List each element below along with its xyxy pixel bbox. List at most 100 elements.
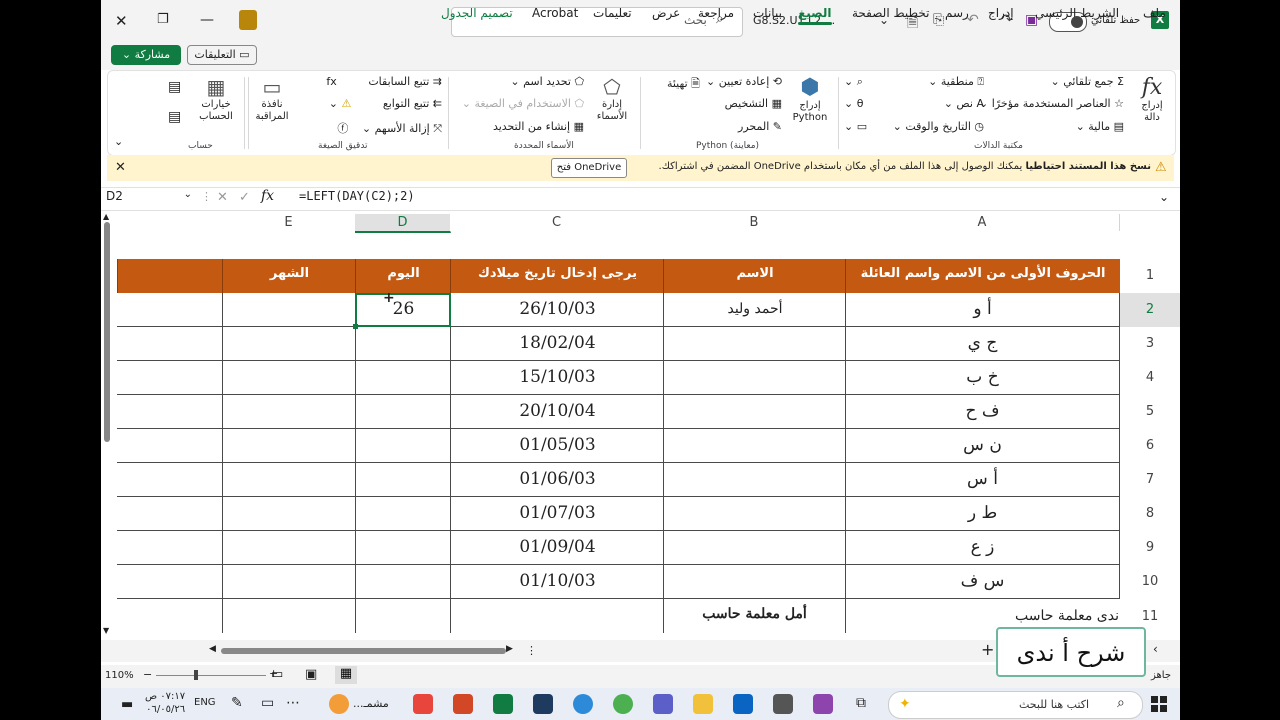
name-manager-button[interactable]: ⬠ إدارة الأسماء <box>590 75 634 123</box>
table-cell-e9[interactable] <box>222 531 356 565</box>
tab-data[interactable]: بيانات <box>753 6 782 20</box>
init-button[interactable]: 🗎 تهيئة <box>648 75 700 94</box>
table-header-month[interactable]: الشهر <box>222 259 356 293</box>
task-view-icon[interactable]: ⧉ <box>856 695 866 711</box>
taskbar-search[interactable]: ✦ اكتب هنا للبحث ⌕ <box>888 691 1143 719</box>
math-button[interactable]: ⌄ θ <box>844 97 863 110</box>
expand-formula-icon[interactable]: ⌄ <box>1159 190 1169 204</box>
format-icon[interactable]: ⎘ <box>933 12 944 28</box>
check-icon[interactable]: ✓ <box>239 190 250 205</box>
app-icon[interactable] <box>533 694 553 714</box>
row-header[interactable]: 9 <box>1120 540 1180 555</box>
row-header[interactable]: 5 <box>1120 404 1180 419</box>
table-cell-a8[interactable]: ط ر <box>845 497 1120 531</box>
insert-function-button[interactable]: fx إدراج دالة <box>1134 75 1170 124</box>
table-cell-a10[interactable]: س ف <box>845 565 1120 599</box>
autosum-button[interactable]: Σ جمع تلقائي ⌄ <box>1028 75 1124 88</box>
table-cell-d8[interactable] <box>355 497 451 531</box>
reset-button[interactable]: ⟲ إعادة تعيين ⌄ <box>702 75 782 88</box>
table-cell-b3[interactable] <box>663 327 846 361</box>
table-cell-extra[interactable] <box>117 565 223 599</box>
table-cell-e8[interactable] <box>222 497 356 531</box>
watch-window-button[interactable]: ▭ نافذة المراقبة <box>254 75 290 123</box>
copilot-icon[interactable] <box>813 694 833 714</box>
clock[interactable]: ٠٧:١٧ ص ٠٦/٠٥/٢٦ <box>145 690 185 716</box>
table-cell-extra[interactable] <box>117 327 223 361</box>
trace-precedents-button[interactable]: ⇉ تتبع السابقات fx <box>318 75 442 88</box>
editor-button[interactable]: ✎ المحرر <box>702 120 782 133</box>
column-header-b[interactable]: B <box>663 214 846 231</box>
ribbon-expand-icon[interactable]: ⌄ <box>114 135 123 148</box>
mail-icon[interactable] <box>733 694 753 714</box>
tab-acrobat[interactable]: Acrobat <box>532 6 578 20</box>
weather-icon[interactable] <box>329 694 349 714</box>
table-cell-extra[interactable] <box>117 497 223 531</box>
table-cell-extra[interactable] <box>117 395 223 429</box>
table-cell-b9[interactable] <box>663 531 846 565</box>
calc-options-button[interactable]: ▦ خيارات الحساب <box>194 75 238 123</box>
tab-page-layout[interactable]: تخطيط الصفحة <box>852 6 929 20</box>
restore-icon[interactable]: ❐ <box>157 12 169 27</box>
sheet-nav-icon[interactable]: ‹ <box>1153 642 1158 656</box>
more-sheets-icon[interactable]: ⋮ <box>526 644 537 657</box>
share-button[interactable]: ⌄ مشاركة <box>111 45 181 65</box>
recent-button[interactable]: ☆ العناصر المستخدمة مؤخرًا ⌄ <box>978 97 1124 110</box>
table-header-name[interactable]: الاسم <box>663 259 846 293</box>
teams-icon[interactable] <box>653 694 673 714</box>
table-cell-extra[interactable] <box>117 531 223 565</box>
table-cell-b5[interactable] <box>663 395 846 429</box>
table-cell-d6[interactable] <box>355 429 451 463</box>
scroll-up-icon[interactable]: ▲ <box>103 212 109 221</box>
row-header[interactable]: 3 <box>1120 336 1180 351</box>
tab-draw[interactable]: رسم <box>945 6 969 20</box>
table-cell-d2[interactable]: 26 <box>355 293 451 327</box>
taskbar-app-icon[interactable] <box>413 694 433 714</box>
table-cell-c7[interactable]: 01/06/03 <box>450 463 664 497</box>
tab-view[interactable]: عرض <box>652 6 680 20</box>
column-header-c[interactable]: C <box>450 214 664 231</box>
tab-formulas[interactable]: الصيغ <box>798 6 832 25</box>
table-header-day[interactable]: اليوم <box>355 259 451 293</box>
table-cell-e10[interactable] <box>222 565 356 599</box>
table-cell-e6[interactable] <box>222 429 356 463</box>
page-view-icon[interactable]: ▣ <box>305 667 317 682</box>
tab-insert[interactable]: إدراج <box>988 6 1014 20</box>
table-cell-c4[interactable]: 15/10/03 <box>450 361 664 395</box>
table-cell-c2[interactable]: 26/10/03 <box>450 293 664 327</box>
trace-dependents-button[interactable]: ⇇ تتبع التوابع ⚠ ⌄ <box>318 97 442 110</box>
table-cell-d9[interactable] <box>355 531 451 565</box>
table-cell-c5[interactable]: 20/10/04 <box>450 395 664 429</box>
notification-icon[interactable]: ▬ <box>121 697 133 712</box>
table-cell-b8[interactable] <box>663 497 846 531</box>
comments-button[interactable]: التعليقات ▭ <box>187 45 257 65</box>
excel-icon[interactable] <box>493 694 513 714</box>
table-cell-e4[interactable] <box>222 361 356 395</box>
calculate-sheet-icon[interactable]: ▤ <box>168 109 181 125</box>
add-sheet-icon[interactable]: + <box>981 640 994 659</box>
cell-e11[interactable] <box>222 599 356 633</box>
diagnostics-button[interactable]: ▦ التشخيص <box>702 97 782 110</box>
formula-input[interactable]: =LEFT(DAY(C2);2) <box>299 189 415 203</box>
close-notification-icon[interactable]: ✕ <box>115 160 126 175</box>
table-cell-extra[interactable] <box>117 463 223 497</box>
table-cell-a6[interactable]: ن س <box>845 429 1120 463</box>
create-from-selection-button[interactable]: ▦ إنشاء من التحديد <box>464 120 584 133</box>
file-explorer-icon[interactable] <box>693 694 713 714</box>
row-header[interactable]: 7 <box>1120 472 1180 487</box>
table-cell-e7[interactable] <box>222 463 356 497</box>
name-box[interactable]: D2 ⌄ <box>106 189 196 207</box>
table-cell-a2[interactable]: أ و <box>845 293 1120 327</box>
cell-c11[interactable] <box>450 599 664 633</box>
cell-a11[interactable]: ندى معلمة حاسب <box>931 608 1119 624</box>
logical-button[interactable]: ⍰ منطقية ⌄ <box>904 75 984 89</box>
vertical-scrollbar[interactable] <box>104 222 110 442</box>
table-cell-d7[interactable] <box>355 463 451 497</box>
row-header[interactable]: 8 <box>1120 506 1180 521</box>
table-cell-d4[interactable] <box>355 361 451 395</box>
table-cell-d5[interactable] <box>355 395 451 429</box>
edge-icon[interactable] <box>573 694 593 714</box>
table-header-initials[interactable]: الحروف الأولى من الاسم واسم العائلة <box>845 259 1120 293</box>
column-header-a[interactable]: A <box>845 214 1120 231</box>
row-header[interactable]: 4 <box>1120 370 1180 385</box>
normal-view-icon[interactable]: ▦ <box>335 666 357 684</box>
